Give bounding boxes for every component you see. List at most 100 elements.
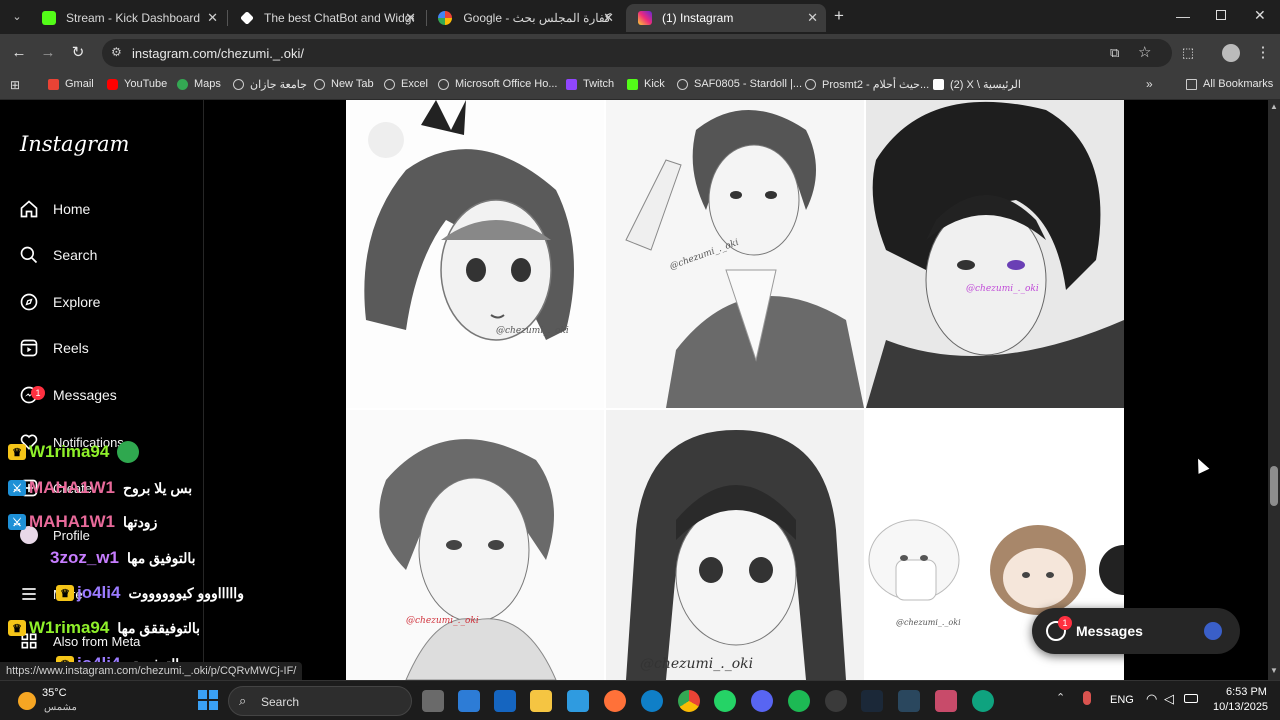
- volume-icon[interactable]: ◁: [1164, 691, 1174, 707]
- scroll-up-arrow[interactable]: ▲: [1270, 102, 1278, 111]
- tray-overflow-icon[interactable]: ⌃: [1056, 691, 1065, 704]
- page-scrollbar[interactable]: ▲ ▼: [1268, 100, 1280, 680]
- reload-icon[interactable]: ↻: [67, 42, 89, 64]
- install-app-icon[interactable]: ⧉: [1110, 45, 1119, 61]
- wifi-icon[interactable]: ◠: [1146, 691, 1157, 707]
- tab-label: (1) Instagram: [662, 11, 734, 25]
- extensions-icon[interactable]: ⬚: [1177, 42, 1199, 64]
- post-thumbnail[interactable]: @chezumi_._oki: [346, 100, 604, 408]
- clock-date[interactable]: 10/13/2025: [1213, 701, 1268, 713]
- edge-dev-icon[interactable]: [641, 690, 663, 712]
- taskbar-search[interactable]: ⌕ Search: [228, 686, 412, 716]
- task-view-icon[interactable]: [422, 690, 444, 712]
- whatsapp-icon[interactable]: [714, 690, 736, 712]
- instagram-logo[interactable]: Instagram: [20, 132, 129, 156]
- start-button[interactable]: [198, 690, 218, 710]
- tab-kick-dashboard[interactable]: Stream - Kick Dashboard ✕: [30, 4, 226, 32]
- compass-icon: [18, 291, 40, 313]
- bookmarks-bar: ⊞ Gmail YouTube Maps جامعة جازان New Tab…: [0, 72, 1280, 100]
- spotify-icon[interactable]: [788, 690, 810, 712]
- close-window-button[interactable]: ✕: [1254, 7, 1266, 24]
- edge-icon[interactable]: [972, 690, 994, 712]
- discord-icon[interactable]: [751, 690, 773, 712]
- x-icon: [933, 79, 944, 90]
- nav-explore[interactable]: Explore: [18, 287, 100, 317]
- clock-time[interactable]: 6:53 PM: [1226, 686, 1267, 698]
- store-icon[interactable]: [494, 690, 516, 712]
- firefox-icon[interactable]: [604, 690, 626, 712]
- close-icon[interactable]: ✕: [207, 10, 218, 26]
- nav-search[interactable]: Search: [18, 240, 97, 270]
- bookmark-office[interactable]: Microsoft Office Ho...: [438, 78, 558, 90]
- address-bar[interactable]: ⚙ instagram.com/chezumi._.oki/ ⧉ ☆: [102, 39, 1172, 67]
- profile-avatar[interactable]: [1222, 44, 1240, 62]
- battery-icon[interactable]: [1184, 694, 1198, 703]
- gmail-icon: [48, 78, 59, 90]
- bookmark-label: Microsoft Office Ho...: [455, 78, 558, 90]
- nav-label: Messages: [53, 387, 117, 403]
- bookmark-jazan-university[interactable]: جامعة جازان: [233, 78, 307, 91]
- minimize-button[interactable]: —: [1176, 8, 1190, 24]
- tab-chatbot-widgets[interactable]: The best ChatBot and Widgets ✕: [228, 4, 424, 32]
- maps-icon: [177, 78, 188, 90]
- link-status-bar: https://www.instagram.com/chezumi._.oki/…: [0, 662, 303, 680]
- apps-grid-icon[interactable]: ⊞: [10, 78, 20, 92]
- url-text[interactable]: instagram.com/chezumi._.oki/: [132, 46, 304, 61]
- scrollbar-thumb[interactable]: [1270, 466, 1278, 506]
- app-window-icon[interactable]: [567, 690, 589, 712]
- forward-icon[interactable]: →: [37, 42, 59, 64]
- maximize-button[interactable]: [1216, 10, 1226, 20]
- bookmark-label: All Bookmarks: [1203, 78, 1274, 90]
- chrome-icon[interactable]: [678, 690, 700, 712]
- obs-icon[interactable]: [825, 690, 847, 712]
- bookmark-prosmt2[interactable]: Prosmt2 - حيث أحلام...: [805, 78, 929, 91]
- steam-icon[interactable]: [861, 690, 883, 712]
- close-icon[interactable]: ✕: [807, 10, 818, 26]
- bookmark-star-icon[interactable]: ☆: [1138, 43, 1151, 61]
- microphone-icon[interactable]: [1083, 691, 1091, 705]
- nav-messages[interactable]: 1 Messages: [18, 380, 117, 410]
- messages-count-badge: 1: [31, 386, 45, 400]
- bookmark-kick[interactable]: Kick: [627, 78, 665, 90]
- bookmark-maps[interactable]: Maps: [177, 78, 221, 90]
- bookmark-x[interactable]: (2) X \ الرئيسية: [933, 78, 1021, 91]
- kick-icon: [627, 78, 638, 90]
- post-thumbnail[interactable]: @chezumi_._oki: [606, 100, 864, 408]
- bookmarks-overflow-icon[interactable]: »: [1146, 77, 1153, 91]
- new-tab-button[interactable]: +: [830, 7, 848, 25]
- scroll-down-arrow[interactable]: ▼: [1270, 666, 1278, 675]
- post-thumbnail[interactable]: @chezumi_._oki: [866, 100, 1124, 408]
- photos-icon[interactable]: [458, 690, 480, 712]
- site-info-icon[interactable]: ⚙: [111, 45, 122, 59]
- bookmark-new-tab[interactable]: New Tab: [314, 78, 374, 90]
- close-icon[interactable]: ✕: [603, 10, 614, 26]
- bookmark-stardoll[interactable]: SAF0805 - Stardoll |...: [677, 78, 802, 90]
- crown-icon: ♛: [8, 444, 26, 460]
- weather-desc: مشمس: [44, 702, 77, 713]
- menu-kebab-icon[interactable]: ⋮: [1252, 42, 1274, 64]
- tab-search-button[interactable]: ⌄: [8, 8, 26, 26]
- weather-widget[interactable]: 35°C مشمس: [14, 685, 104, 717]
- back-icon[interactable]: ←: [8, 42, 30, 64]
- messages-float-button[interactable]: 1 Messages: [1032, 608, 1240, 654]
- chat-text: بالتوفيققق مها: [117, 619, 201, 636]
- post-thumbnail[interactable]: @chezumi_._oki: [346, 410, 604, 680]
- nav-reels[interactable]: Reels: [18, 333, 89, 363]
- close-icon[interactable]: ✕: [405, 10, 416, 26]
- bookmark-youtube[interactable]: YouTube: [107, 78, 167, 90]
- tab-google-search[interactable]: Google - كفارة المجلس بحث ✕: [426, 4, 622, 32]
- bookmark-label: Gmail: [65, 78, 94, 90]
- tab-instagram[interactable]: (1) Instagram ✕: [626, 4, 826, 32]
- post-thumbnail[interactable]: @chezumi_._oki: [606, 410, 864, 680]
- file-explorer-icon[interactable]: [530, 690, 552, 712]
- all-bookmarks-button[interactable]: All Bookmarks: [1186, 78, 1273, 90]
- bookmark-excel[interactable]: Excel: [384, 78, 428, 90]
- tab-label: Google - كفارة المجلس بحث: [463, 11, 611, 25]
- globe-icon: [233, 79, 244, 90]
- steam-alt-icon[interactable]: [898, 690, 920, 712]
- nav-home[interactable]: Home: [18, 194, 90, 224]
- language-indicator[interactable]: ENG: [1110, 694, 1134, 706]
- bookmark-gmail[interactable]: Gmail: [48, 78, 94, 90]
- bookmark-twitch[interactable]: Twitch: [566, 78, 614, 90]
- media-app-icon[interactable]: [935, 690, 957, 712]
